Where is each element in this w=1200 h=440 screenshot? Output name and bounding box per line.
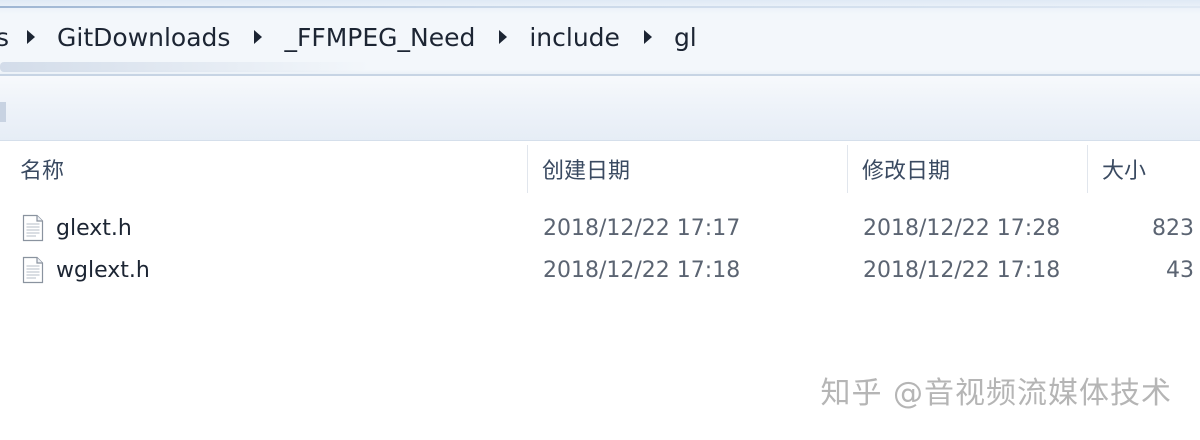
column-headers: 名称 创建日期 修改日期 大小 bbox=[0, 141, 1200, 197]
breadcrumb-chevron-icon[interactable] bbox=[27, 30, 36, 44]
file-name-cell[interactable]: wglext.h bbox=[22, 249, 150, 291]
file-modified-date: 2018/12/22 17:18 bbox=[863, 257, 1061, 283]
column-header-size-label: 大小 bbox=[1102, 159, 1147, 184]
file-modified-date: 2018/12/22 17:28 bbox=[863, 215, 1061, 241]
column-header-modified-label: 修改日期 bbox=[862, 159, 951, 184]
address-bar-top-edge bbox=[0, 6, 1200, 8]
breadcrumb-item-ffmpeg-need[interactable]: _FFMPEG_Need bbox=[284, 23, 475, 52]
file-list: glext.h 2018/12/22 17:17 2018/12/22 17:2… bbox=[0, 207, 1200, 291]
file-row[interactable]: wglext.h 2018/12/22 17:18 2018/12/22 17:… bbox=[0, 249, 1200, 291]
breadcrumb-chevron-icon[interactable] bbox=[499, 30, 508, 44]
file-name: glext.h bbox=[56, 215, 132, 241]
breadcrumb-chevron-icon[interactable] bbox=[643, 30, 652, 44]
breadcrumb-item-parent[interactable]: s bbox=[0, 23, 9, 52]
file-row[interactable]: glext.h 2018/12/22 17:17 2018/12/22 17:2… bbox=[0, 207, 1200, 249]
file-size: 43 bbox=[1166, 257, 1194, 283]
breadcrumb: s GitDownloads _FFMPEG_Need include gl bbox=[0, 12, 697, 62]
column-header-size[interactable]: 大小 bbox=[1088, 141, 1200, 197]
file-name: wglext.h bbox=[56, 257, 150, 283]
text-file-icon bbox=[22, 214, 44, 242]
breadcrumb-chevron-icon[interactable] bbox=[254, 30, 263, 44]
column-header-name[interactable]: 名称 bbox=[0, 141, 528, 197]
toolbar bbox=[0, 76, 1200, 141]
address-bar-shadow bbox=[0, 62, 370, 72]
column-header-modified[interactable]: 修改日期 bbox=[848, 141, 1088, 197]
column-header-name-label: 名称 bbox=[20, 159, 65, 184]
toolbar-edge bbox=[0, 102, 6, 122]
file-created-date: 2018/12/22 17:17 bbox=[543, 215, 741, 241]
column-header-created[interactable]: 创建日期 bbox=[528, 141, 848, 197]
column-header-created-label: 创建日期 bbox=[542, 159, 631, 184]
file-size: 823 bbox=[1152, 215, 1194, 241]
file-created-date: 2018/12/22 17:18 bbox=[543, 257, 741, 283]
breadcrumb-item-gitdownloads[interactable]: GitDownloads bbox=[57, 23, 230, 52]
text-file-icon bbox=[22, 256, 44, 284]
file-name-cell[interactable]: glext.h bbox=[22, 207, 132, 249]
breadcrumb-item-gl[interactable]: gl bbox=[674, 23, 697, 52]
watermark: 知乎 @音视频流媒体技术 bbox=[820, 376, 1172, 411]
address-bar[interactable]: s GitDownloads _FFMPEG_Need include gl bbox=[0, 0, 1200, 76]
breadcrumb-item-include[interactable]: include bbox=[529, 23, 620, 52]
